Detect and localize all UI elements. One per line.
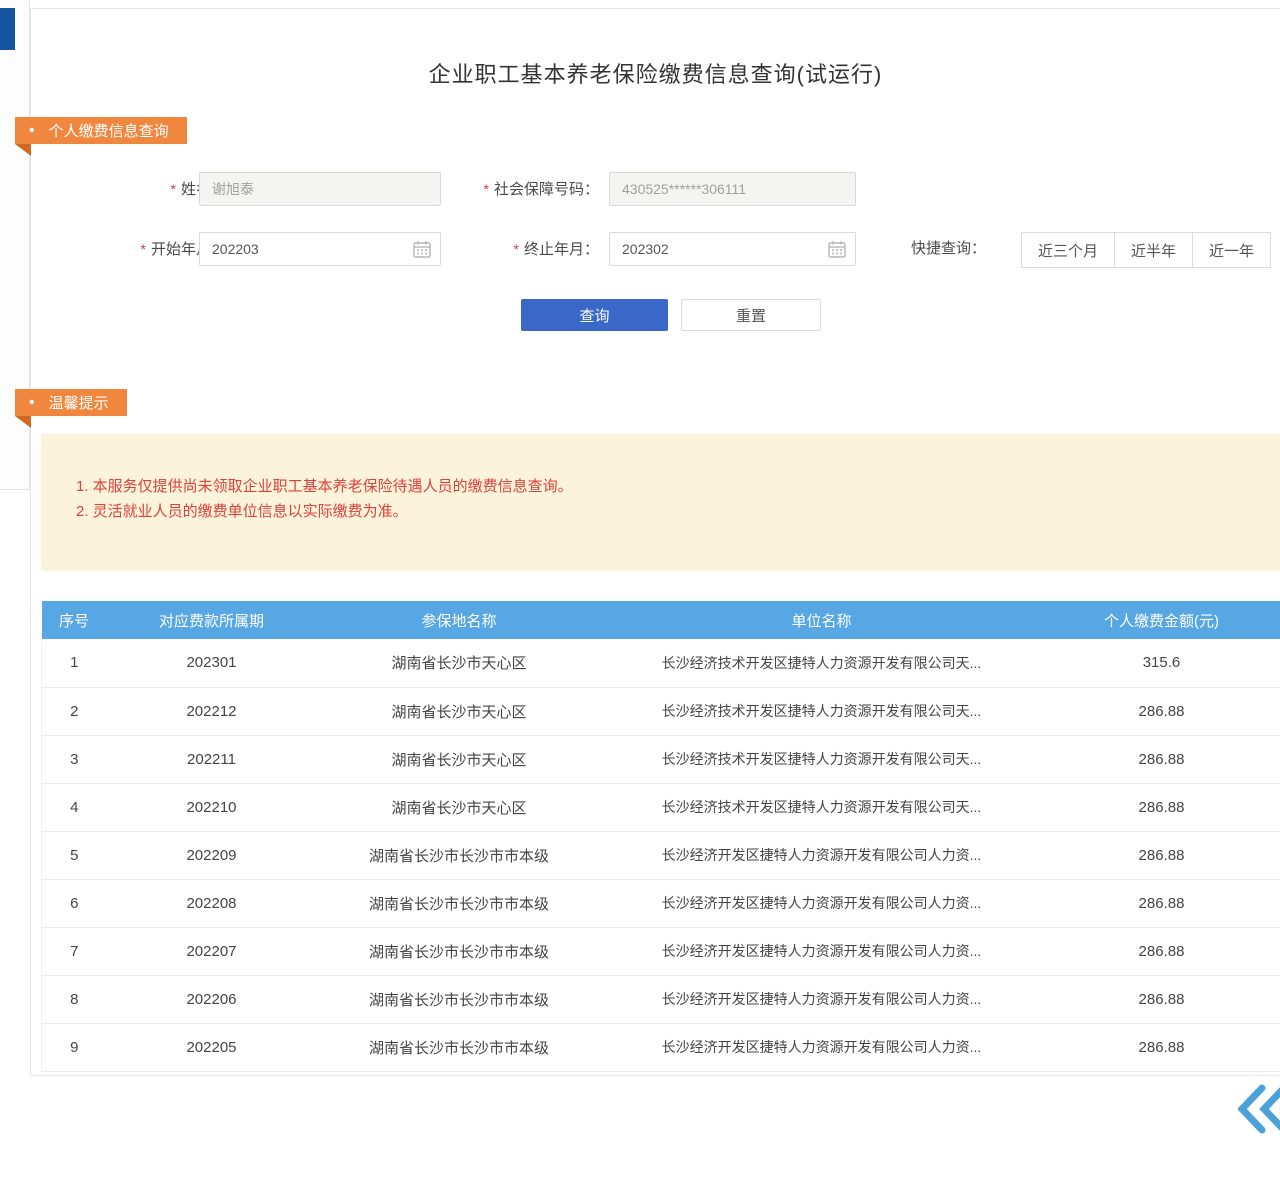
cell-period: 202210 <box>107 783 317 831</box>
cell-company: 长沙经济技术开发区捷特人力资源开发有限公司天... <box>602 687 1042 735</box>
cell-period: 202207 <box>107 927 317 975</box>
payment-table: 序号 对应费款所属期 参保地名称 单位名称 个人缴费金额(元) 1202301湖… <box>41 601 1280 1072</box>
calendar-icon[interactable] <box>828 240 846 258</box>
cell-place: 湖南省长沙市长沙市市本级 <box>317 1023 602 1071</box>
cell-place: 湖南省长沙市长沙市市本级 <box>317 975 602 1023</box>
cell-company: 长沙经济开发区捷特人力资源开发有限公司人力资... <box>602 975 1042 1023</box>
cell-period: 202208 <box>107 879 317 927</box>
sidebar-collapsed-tab[interactable] <box>0 8 15 50</box>
table-row: 2202212湖南省长沙市天心区长沙经济技术开发区捷特人力资源开发有限公司天..… <box>42 687 1280 735</box>
cell-amount: 286.88 <box>1042 735 1280 783</box>
cell-index: 1 <box>42 639 107 687</box>
reset-button[interactable]: 重置 <box>681 299 821 331</box>
tips-notice-box: 1. 本服务仅提供尚未领取企业职工基本养老保险待遇人员的缴费信息查询。 2. 灵… <box>41 434 1280 571</box>
cell-place: 湖南省长沙市天心区 <box>317 639 602 687</box>
table-row: 9202205湖南省长沙市长沙市市本级长沙经济开发区捷特人力资源开发有限公司人力… <box>42 1023 1280 1071</box>
page-title: 企业职工基本养老保险缴费信息查询(试运行) <box>31 57 1280 89</box>
cell-period: 202301 <box>107 639 317 687</box>
cell-company: 长沙经济技术开发区捷特人力资源开发有限公司天... <box>602 783 1042 831</box>
cell-amount: 286.88 <box>1042 975 1280 1023</box>
section-badge-label: 温馨提示 <box>49 392 109 413</box>
cell-index: 5 <box>42 831 107 879</box>
header-index: 序号 <box>42 601 107 639</box>
bullet-icon: • <box>29 123 35 139</box>
cell-place: 湖南省长沙市长沙市市本级 <box>317 831 602 879</box>
cell-amount: 286.88 <box>1042 1023 1280 1071</box>
section-badge-personal-query: • 个人缴费信息查询 <box>15 117 187 144</box>
end-month-label: *终止年月： <box>471 232 599 267</box>
cell-amount: 286.88 <box>1042 927 1280 975</box>
cell-company: 长沙经济开发区捷特人力资源开发有限公司人力资... <box>602 831 1042 879</box>
quick-query-label: 快捷查询： <box>911 232 1011 266</box>
cell-amount: 286.88 <box>1042 831 1280 879</box>
cell-period: 202205 <box>107 1023 317 1071</box>
section-badge-tips: • 温馨提示 <box>15 389 127 416</box>
cell-amount: 315.6 <box>1042 639 1280 687</box>
cell-period: 202211 <box>107 735 317 783</box>
cell-company: 长沙经济开发区捷特人力资源开发有限公司人力资... <box>602 927 1042 975</box>
cell-index: 8 <box>42 975 107 1023</box>
table-row: 1202301湖南省长沙市天心区长沙经济技术开发区捷特人力资源开发有限公司天..… <box>42 639 1280 687</box>
table-row: 5202209湖南省长沙市长沙市市本级长沙经济开发区捷特人力资源开发有限公司人力… <box>42 831 1280 879</box>
cell-index: 2 <box>42 687 107 735</box>
ssn-field[interactable] <box>609 172 856 206</box>
cell-amount: 286.88 <box>1042 879 1280 927</box>
table-header-row: 序号 对应费款所属期 参保地名称 单位名称 个人缴费金额(元) <box>42 601 1280 639</box>
cell-company: 长沙经济技术开发区捷特人力资源开发有限公司天... <box>602 735 1042 783</box>
cell-company: 长沙经济开发区捷特人力资源开发有限公司人力资... <box>602 879 1042 927</box>
header-amount: 个人缴费金额(元) <box>1042 601 1280 639</box>
table-row: 7202207湖南省长沙市长沙市市本级长沙经济开发区捷特人力资源开发有限公司人力… <box>42 927 1280 975</box>
cell-index: 7 <box>42 927 107 975</box>
header-company: 单位名称 <box>602 601 1042 639</box>
calendar-icon[interactable] <box>413 240 431 258</box>
collapse-panel-chevron-icon[interactable] <box>1238 1082 1280 1136</box>
cell-amount: 286.88 <box>1042 783 1280 831</box>
start-month-field[interactable] <box>199 232 441 266</box>
cell-place: 湖南省长沙市长沙市市本级 <box>317 927 602 975</box>
quick-query-button[interactable]: 近一年 <box>1192 232 1271 268</box>
cell-index: 6 <box>42 879 107 927</box>
payment-table-body: 1202301湖南省长沙市天心区长沙经济技术开发区捷特人力资源开发有限公司天..… <box>42 639 1280 1071</box>
name-field[interactable] <box>199 172 441 206</box>
header-place: 参保地名称 <box>317 601 602 639</box>
cell-company: 长沙经济技术开发区捷特人力资源开发有限公司天... <box>602 639 1042 687</box>
required-marker: * <box>514 241 519 257</box>
cell-index: 9 <box>42 1023 107 1071</box>
table-row: 6202208湖南省长沙市长沙市市本级长沙经济开发区捷特人力资源开发有限公司人力… <box>42 879 1280 927</box>
cell-place: 湖南省长沙市天心区 <box>317 687 602 735</box>
table-row: 4202210湖南省长沙市天心区长沙经济技术开发区捷特人力资源开发有限公司天..… <box>42 783 1280 831</box>
tip-line: 2. 灵活就业人员的缴费单位信息以实际缴费为准。 <box>76 499 1251 524</box>
header-period: 对应费款所属期 <box>107 601 317 639</box>
query-button[interactable]: 查询 <box>521 299 668 331</box>
cell-place: 湖南省长沙市长沙市市本级 <box>317 879 602 927</box>
quick-query-button[interactable]: 近三个月 <box>1021 232 1115 268</box>
cell-period: 202206 <box>107 975 317 1023</box>
cell-period: 202212 <box>107 687 317 735</box>
required-marker: * <box>171 181 176 197</box>
cell-index: 4 <box>42 783 107 831</box>
quick-query-button[interactable]: 近半年 <box>1114 232 1193 268</box>
main-panel: 企业职工基本养老保险缴费信息查询(试运行) • 个人缴费信息查询 *姓名： *社… <box>30 8 1280 1076</box>
cell-place: 湖南省长沙市天心区 <box>317 783 602 831</box>
required-marker: * <box>141 241 146 257</box>
end-month-field[interactable] <box>609 232 856 266</box>
cell-period: 202209 <box>107 831 317 879</box>
cell-place: 湖南省长沙市天心区 <box>317 735 602 783</box>
table-row: 8202206湖南省长沙市长沙市市本级长沙经济开发区捷特人力资源开发有限公司人力… <box>42 975 1280 1023</box>
quick-query-group: 近三个月近半年近一年 <box>1021 232 1271 268</box>
table-row: 3202211湖南省长沙市天心区长沙经济技术开发区捷特人力资源开发有限公司天..… <box>42 735 1280 783</box>
bullet-icon: • <box>29 395 35 411</box>
section-badge-label: 个人缴费信息查询 <box>49 120 169 141</box>
cell-index: 3 <box>42 735 107 783</box>
tip-line: 1. 本服务仅提供尚未领取企业职工基本养老保险待遇人员的缴费信息查询。 <box>76 474 1251 499</box>
ssn-label: *社会保障号码： <box>431 172 599 207</box>
required-marker: * <box>484 181 489 197</box>
cell-amount: 286.88 <box>1042 687 1280 735</box>
cell-company: 长沙经济开发区捷特人力资源开发有限公司人力资... <box>602 1023 1042 1071</box>
